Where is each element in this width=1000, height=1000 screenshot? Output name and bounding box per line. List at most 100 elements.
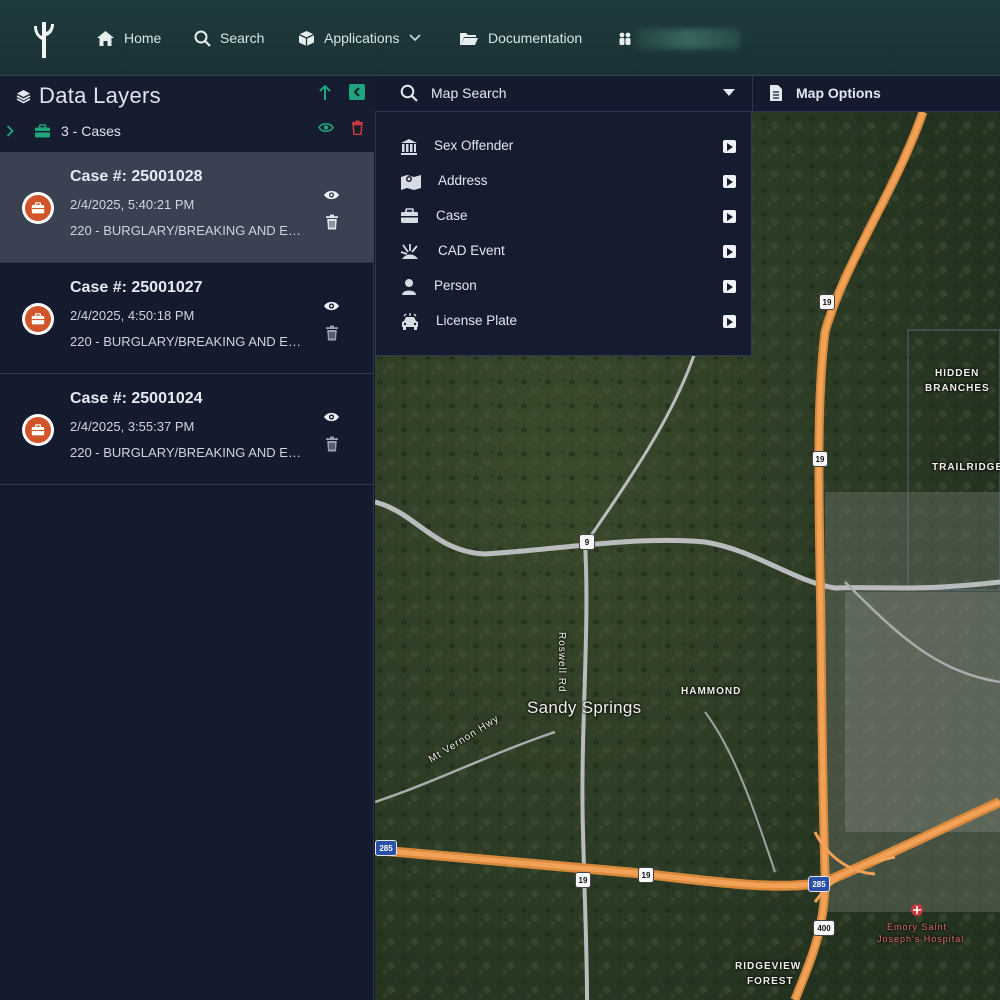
layer-group-cases[interactable]: 3 - Cases xyxy=(6,120,121,142)
home-icon xyxy=(97,30,114,46)
search-icon xyxy=(194,30,211,47)
map-label-ridgeview: RIDGEVIEW xyxy=(735,961,802,972)
trash-icon[interactable] xyxy=(351,120,364,135)
burst-icon xyxy=(400,244,418,259)
menu-item-label: Sex Offender xyxy=(434,138,514,153)
expand-arrow[interactable] xyxy=(723,280,736,293)
menu-item-sex-offender[interactable]: Sex Offender xyxy=(376,132,753,162)
eye-icon[interactable] xyxy=(318,122,334,133)
eye-icon[interactable] xyxy=(323,300,340,312)
case-number: Case #: 25001027 xyxy=(70,279,203,296)
expand-arrow[interactable] xyxy=(723,140,736,153)
eye-icon[interactable] xyxy=(323,189,340,201)
case-datetime: 2/4/2025, 4:50:18 PM xyxy=(70,308,195,323)
briefcase-icon xyxy=(31,313,45,325)
nav-search[interactable]: Search xyxy=(194,26,264,50)
play-right-icon xyxy=(726,177,733,186)
case-marker-icon xyxy=(22,192,54,224)
redacted-username xyxy=(636,29,740,49)
route-shield-285: 285 xyxy=(808,876,830,892)
expand-arrow[interactable] xyxy=(723,315,736,328)
chevron-down-icon xyxy=(408,34,421,42)
nav-search-label: Search xyxy=(220,30,265,46)
case-description: 220 - BURGLARY/BREAKING AND ENTERING xyxy=(70,223,306,238)
case-row[interactable]: Case #: 25001028 2/4/2025, 5:40:21 PM 22… xyxy=(0,152,374,263)
menu-item-address[interactable]: Address xyxy=(376,167,753,197)
app-window: Home Search Applications Documentation D… xyxy=(0,0,1000,1000)
map-label-forest: FOREST xyxy=(747,976,794,987)
search-icon xyxy=(400,84,418,102)
play-right-icon xyxy=(726,142,733,151)
top-navigation-bar: Home Search Applications Documentation xyxy=(0,0,1000,76)
caret-down-icon[interactable] xyxy=(723,89,735,96)
route-shield-19: 19 xyxy=(638,867,654,883)
map-search-toggle[interactable]: Map Search xyxy=(375,76,752,112)
menu-item-case[interactable]: Case xyxy=(376,202,753,232)
case-row[interactable]: Case #: 25001027 2/4/2025, 4:50:18 PM 22… xyxy=(0,263,374,374)
map-options-label: Map Options xyxy=(796,85,881,101)
nav-home-label: Home xyxy=(124,30,162,46)
app-logo[interactable] xyxy=(30,18,58,58)
map-label-branches: BRANCHES xyxy=(925,383,990,394)
menu-item-license-plate[interactable]: License Plate xyxy=(376,307,753,337)
map-options-toggle[interactable]: Map Options xyxy=(752,76,1000,112)
case-number: Case #: 25001024 xyxy=(70,390,203,407)
layers-icon xyxy=(16,89,31,103)
play-right-icon xyxy=(726,282,733,291)
menu-item-label: License Plate xyxy=(436,313,518,328)
menu-item-label: CAD Event xyxy=(438,243,505,258)
case-datetime: 2/4/2025, 5:40:21 PM xyxy=(70,197,195,212)
route-shield-19: 19 xyxy=(812,451,828,467)
nav-documentation[interactable]: Documentation xyxy=(459,26,582,50)
eye-icon[interactable] xyxy=(323,411,340,423)
expand-arrow[interactable] xyxy=(723,245,736,258)
case-number: Case #: 25001028 xyxy=(70,168,203,185)
trash-icon[interactable] xyxy=(325,325,339,341)
map-label-roswell-rd: Roswell Rd xyxy=(556,632,567,693)
briefcase-icon xyxy=(31,424,45,436)
map-search-label: Map Search xyxy=(431,85,507,101)
building-icon xyxy=(401,139,417,155)
case-description: 220 - BURGLARY/BREAKING AND ENTERING xyxy=(70,445,306,460)
users-icon[interactable] xyxy=(618,31,632,46)
route-shield-400: 400 xyxy=(813,920,835,936)
person-icon xyxy=(402,279,416,295)
case-description: 220 - BURGLARY/BREAKING AND ENTERING xyxy=(70,334,306,349)
map-label-hidden: HIDDEN xyxy=(935,368,980,379)
map-label-hospital-1: Emory Saint xyxy=(887,922,948,932)
chevron-left-icon xyxy=(353,87,360,97)
menu-item-person[interactable]: Person xyxy=(376,272,753,302)
play-right-icon xyxy=(726,212,733,221)
briefcase-icon xyxy=(35,124,50,138)
collapse-panel-button[interactable] xyxy=(349,84,365,100)
menu-item-label: Person xyxy=(434,278,477,293)
play-right-icon xyxy=(726,247,733,256)
nav-applications[interactable]: Applications xyxy=(298,26,421,50)
trash-icon[interactable] xyxy=(325,436,339,452)
map-search-menu: Sex Offender Address Case CAD Event Pers… xyxy=(375,112,752,356)
briefcase-icon xyxy=(31,202,45,214)
case-datetime: 2/4/2025, 3:55:37 PM xyxy=(70,419,195,434)
nav-home[interactable]: Home xyxy=(96,26,161,50)
menu-item-label: Case xyxy=(436,208,468,223)
layer-group-label: 3 - Cases xyxy=(61,123,121,139)
case-marker-icon xyxy=(22,414,54,446)
data-layers-header: Data Layers 3 - Cases xyxy=(0,76,374,152)
case-marker-icon xyxy=(22,303,54,335)
case-row[interactable]: Case #: 25001024 2/4/2025, 3:55:37 PM 22… xyxy=(0,374,374,485)
arrow-up-icon[interactable] xyxy=(318,85,332,101)
route-shield-9: 9 xyxy=(579,534,595,550)
document-icon xyxy=(770,85,782,101)
route-shield-285: 285 xyxy=(375,840,397,856)
expand-arrow[interactable] xyxy=(723,210,736,223)
trash-icon[interactable] xyxy=(325,214,339,230)
nav-documentation-label: Documentation xyxy=(488,30,583,46)
box-icon xyxy=(298,30,315,46)
chevron-right-icon[interactable] xyxy=(6,125,14,137)
expand-arrow[interactable] xyxy=(723,175,736,188)
menu-item-cad-event[interactable]: CAD Event xyxy=(376,237,753,267)
play-right-icon xyxy=(726,317,733,326)
nav-applications-label: Applications xyxy=(324,30,400,46)
data-layers-title-text: Data Layers xyxy=(39,83,161,108)
map-label-hospital-2: Joseph's Hospital xyxy=(877,934,965,944)
